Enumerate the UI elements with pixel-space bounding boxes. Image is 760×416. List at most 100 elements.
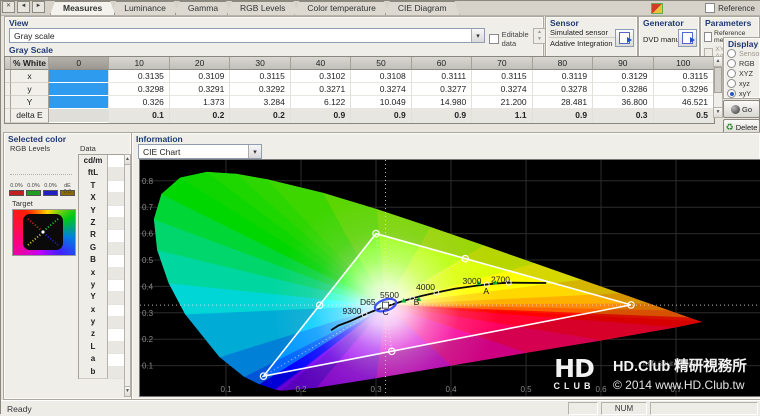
value-cell[interactable] [108, 353, 125, 366]
column-header-100[interactable]: 100 [654, 57, 714, 70]
chevron-down-icon[interactable]: ▾ [248, 145, 261, 158]
close-icon[interactable]: ✕ [2, 1, 15, 13]
column-header-90[interactable]: 90 [593, 57, 653, 70]
grid-cell[interactable] [49, 83, 109, 96]
grid-cell[interactable]: 0.3274 [472, 83, 532, 96]
column-header-30[interactable]: 30 [230, 57, 290, 70]
data-list-scrollbar[interactable]: ▲ ▼ [124, 154, 131, 397]
column-header-40[interactable]: 40 [291, 57, 351, 70]
value-cell[interactable] [108, 316, 125, 329]
target-color-gamut[interactable] [12, 209, 76, 256]
grid-cell[interactable] [49, 70, 109, 83]
grid-cell[interactable]: 0.3271 [291, 83, 351, 96]
grid-cell[interactable]: 0.1 [109, 109, 169, 123]
column-header-70[interactable]: 70 [472, 57, 532, 70]
tab-gamma[interactable]: Gamma [175, 1, 231, 15]
grid-cell[interactable]: 0.3108 [351, 70, 411, 83]
value-cell[interactable] [108, 267, 125, 280]
value-cell[interactable] [108, 229, 125, 242]
cie-chart[interactable]: 9300D655500400030002700ABC0.10.20.30.40.… [139, 159, 760, 397]
spinner-up-icon[interactable]: ▲ [534, 29, 545, 36]
grid-cell[interactable]: 6.122 [291, 96, 351, 109]
grid-cell[interactable]: 0.3274 [351, 83, 411, 96]
information-dropdown[interactable]: CIE Chart ▾ [138, 144, 262, 159]
reference-checkbox[interactable]: Reference [705, 3, 755, 13]
grid-cell[interactable]: 0.2 [230, 109, 290, 123]
grid-cell[interactable] [49, 96, 109, 109]
scroll-down-icon[interactable]: ▼ [125, 386, 130, 396]
spinner-down-icon[interactable]: ▼ [534, 36, 545, 43]
grid-cell[interactable]: 1.373 [170, 96, 230, 109]
configure-generator-button[interactable] [678, 29, 697, 47]
radio-xyz[interactable]: XYZ [724, 69, 760, 79]
grid-cell[interactable]: 0.3135 [109, 70, 169, 83]
grid-cell[interactable]: 21.200 [472, 96, 532, 109]
checkbox-box[interactable] [704, 32, 712, 42]
column-header-60[interactable]: 60 [412, 57, 472, 70]
grid-cell[interactable]: 14.980 [412, 96, 472, 109]
value-cell[interactable] [108, 217, 125, 230]
grid-cell[interactable]: 0.9 [412, 109, 472, 123]
grid-cell[interactable]: 46.521 [654, 96, 714, 109]
grid-cell[interactable]: 0.3296 [654, 83, 714, 96]
grid-cell[interactable]: 0.3115 [230, 70, 290, 83]
grid-cell[interactable]: 1.1 [472, 109, 532, 123]
go-button[interactable]: Go [723, 100, 760, 118]
grid-cell[interactable]: 0.3129 [593, 70, 653, 83]
grid-cell[interactable]: 0.3277 [412, 83, 472, 96]
table-scrollbar[interactable]: ▲ ▼ [713, 56, 723, 118]
value-cell[interactable] [108, 180, 125, 193]
grid-cell[interactable]: 0.3115 [654, 70, 714, 83]
value-cell[interactable] [108, 279, 125, 292]
value-cell[interactable] [108, 341, 125, 354]
grid-cell[interactable]: 28.481 [533, 96, 593, 109]
scrollbar-thumb[interactable] [714, 67, 722, 93]
scroll-up-icon[interactable]: ▲ [125, 155, 130, 165]
tab-rgb-levels[interactable]: RGB Levels [227, 1, 298, 15]
tab-measures[interactable]: Measures [50, 1, 115, 15]
grid-cell[interactable]: 0.9 [291, 109, 351, 123]
value-cell[interactable] [108, 328, 125, 341]
radio-xyz[interactable]: xyz [724, 79, 760, 89]
scroll-tabs-left-icon[interactable]: ◄ [17, 1, 30, 13]
value-cell[interactable] [108, 192, 125, 205]
tab-luminance[interactable]: Luminance [111, 1, 179, 15]
grid-cell[interactable]: 0.3111 [412, 70, 472, 83]
grid-cell[interactable]: 0.9 [533, 109, 593, 123]
grid-cell[interactable]: 0.3298 [109, 83, 169, 96]
value-cell[interactable] [108, 242, 125, 255]
value-cell[interactable] [108, 254, 125, 267]
grid-cell[interactable] [49, 109, 109, 123]
tab-cie-diagram[interactable]: CIE Diagram [385, 1, 460, 15]
tab-color-temperature[interactable]: Color temperature [294, 1, 389, 15]
value-cell[interactable] [108, 205, 125, 218]
grid-cell[interactable]: 3.284 [230, 96, 290, 109]
grid-cell[interactable]: 0.3119 [533, 70, 593, 83]
grid-cell[interactable]: 0.3109 [170, 70, 230, 83]
scroll-down-icon[interactable]: ▼ [714, 107, 722, 117]
column-header-10[interactable]: 10 [109, 57, 169, 70]
checkbox-box[interactable] [705, 3, 715, 13]
grid-cell[interactable]: 0.3286 [593, 83, 653, 96]
chevron-down-icon[interactable]: ▾ [471, 29, 484, 42]
radio-rgb[interactable]: RGB [724, 59, 760, 69]
value-cell[interactable] [108, 167, 125, 180]
grid-cell[interactable]: 10.049 [351, 96, 411, 109]
grid-cell[interactable]: 0.326 [109, 96, 169, 109]
column-header-20[interactable]: 20 [170, 57, 230, 70]
grid-cell[interactable]: 0.3292 [230, 83, 290, 96]
grid-cell[interactable]: 0.3115 [472, 70, 532, 83]
grid-cell[interactable]: 0.3278 [533, 83, 593, 96]
grid-cell[interactable]: 0.3 [593, 109, 653, 123]
scroll-tabs-right-icon[interactable]: ► [32, 1, 45, 13]
radio-xyy[interactable]: xyY [724, 89, 760, 99]
column-header-0[interactable]: 0 [49, 57, 109, 70]
column-header-50[interactable]: 50 [351, 57, 411, 70]
value-cell[interactable] [108, 304, 125, 317]
value-cell[interactable] [108, 155, 125, 168]
grid-cell[interactable]: 0.3102 [291, 70, 351, 83]
grid-cell[interactable]: 0.3291 [170, 83, 230, 96]
grid-cell[interactable]: 0.2 [170, 109, 230, 123]
view-dropdown[interactable]: Gray scale ▾ [9, 28, 485, 43]
checkbox-box[interactable] [489, 34, 499, 44]
